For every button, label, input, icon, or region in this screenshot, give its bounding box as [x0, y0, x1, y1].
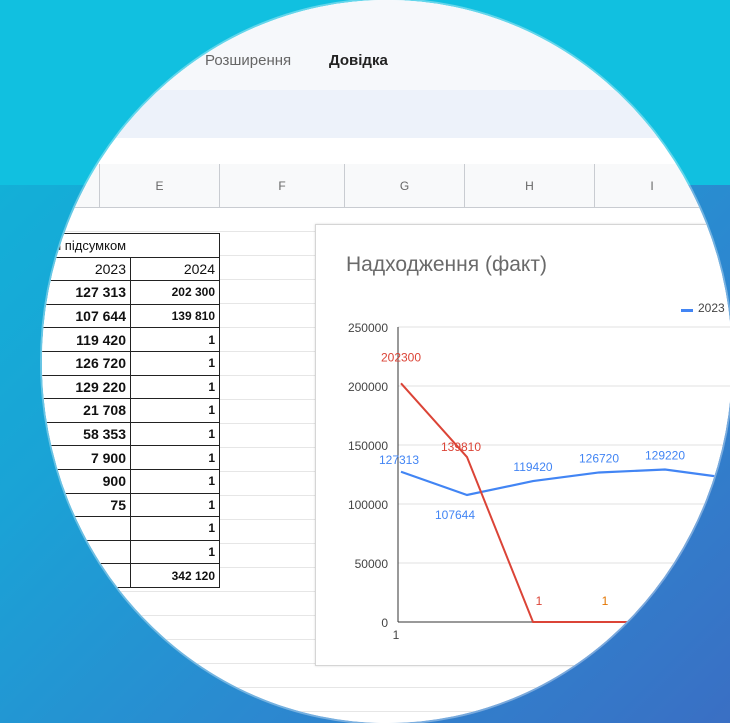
year-2024-header[interactable]: 2024: [130, 256, 220, 282]
cell-2024[interactable]: 1: [130, 398, 220, 423]
data-table: им підсумком 2023 2024 127 313 202 300 10…: [42, 233, 220, 588]
cell-2024[interactable]: 1: [130, 539, 220, 565]
table-row: 342 120: [42, 563, 220, 588]
cell-2024[interactable]: 1: [130, 327, 220, 352]
series-line-0: [400, 468, 730, 497]
cell-2023[interactable]: 7 900: [42, 445, 131, 470]
cell-2023[interactable]: 129 220: [42, 374, 131, 400]
data-label: 1: [602, 594, 609, 608]
table-row: 1: [42, 539, 220, 565]
menu-extensions[interactable]: Розширення: [205, 52, 291, 69]
data-label: 1: [536, 594, 543, 608]
table-row: 21 708 1: [42, 398, 220, 423]
data-label: 139810: [441, 440, 481, 454]
menu-help[interactable]: Довідка: [329, 52, 388, 69]
y-tick-label: 200000: [348, 380, 388, 394]
cell-2024[interactable]: 1: [130, 516, 220, 541]
cell-2023[interactable]: 127 313: [42, 280, 131, 305]
table-row: 127 313 202 300: [42, 280, 220, 305]
line-chart[interactable]: Надходження (факт) 2023 250000 200000 1500…: [315, 224, 730, 666]
y-tick-label: 250000: [348, 321, 388, 335]
y-tick-label: 50000: [355, 557, 389, 571]
table-header[interactable]: им підсумком: [42, 233, 220, 258]
column-header-e[interactable]: E: [100, 164, 220, 208]
y-tick-label: 100000: [348, 498, 388, 512]
column-header-d[interactable]: [42, 164, 100, 208]
cell-2024[interactable]: 202 300: [130, 280, 220, 305]
chart-plot: 2500002000001500001000005000001127313107…: [348, 321, 730, 642]
column-header-g[interactable]: G: [345, 164, 465, 208]
cell-2024[interactable]: 1: [130, 445, 220, 470]
cell-2024[interactable]: 1: [130, 374, 220, 400]
table-row: 129 220 1: [42, 374, 220, 400]
year-2023-header[interactable]: 2023: [42, 256, 131, 282]
cell-2024[interactable]: 139 810: [130, 303, 220, 329]
cell-2024[interactable]: 1: [130, 421, 220, 447]
cell-2023[interactable]: 900: [42, 468, 131, 494]
table-row: 119 420 1: [42, 327, 220, 352]
y-tick-label: 0: [381, 616, 388, 630]
table-row: 1: [42, 516, 220, 541]
data-label: 129220: [645, 449, 685, 463]
cell-2023[interactable]: [42, 539, 131, 565]
cell-total[interactable]: 342 120: [130, 563, 220, 588]
menu-item-partial[interactable]: и: [180, 52, 188, 69]
cell-2023[interactable]: [42, 516, 131, 541]
cell-2023[interactable]: 107 644: [42, 303, 131, 329]
magnifier-circle: и Розширення Довідка E F G H I им підсум…: [42, 0, 730, 723]
data-label: 119420: [513, 460, 552, 474]
cell-2023[interactable]: 119 420: [42, 327, 131, 352]
table-row: 126 720 1: [42, 350, 220, 376]
table-row: 75 1: [42, 492, 220, 518]
column-header-f[interactable]: F: [220, 164, 345, 208]
menu-bar: и Розширення Довідка: [42, 0, 730, 90]
data-label: 127313: [379, 453, 419, 467]
column-header-i[interactable]: I: [595, 164, 710, 208]
cell-2023[interactable]: 58 353: [42, 421, 131, 447]
column-header-j[interactable]: [710, 164, 730, 208]
cell-2024[interactable]: 1: [130, 492, 220, 518]
table-row: 58 353 1: [42, 421, 220, 447]
cell-2024[interactable]: 1: [130, 468, 220, 494]
cell-total-2023[interactable]: [42, 563, 131, 588]
toolbar: [42, 90, 730, 138]
y-tick-label: 150000: [348, 439, 388, 453]
series-line-1: [400, 382, 665, 623]
data-label: 202300: [381, 350, 421, 364]
data-label: 107644: [435, 508, 475, 522]
table-row: 107 644 139 810: [42, 303, 220, 329]
formula-bar: [42, 138, 730, 165]
data-label: 126720: [579, 451, 619, 465]
cell-2024[interactable]: 1: [130, 350, 220, 376]
table-row: 900 1: [42, 468, 220, 494]
cell-2023[interactable]: 21 708: [42, 398, 131, 423]
table-row: 7 900 1: [42, 445, 220, 470]
column-header-h[interactable]: H: [465, 164, 595, 208]
cell-2023[interactable]: 126 720: [42, 350, 131, 376]
x-tick-label: 1: [393, 628, 400, 642]
spreadsheet: и Розширення Довідка E F G H I им підсум…: [42, 0, 730, 723]
cell-2023[interactable]: 75: [42, 492, 131, 518]
